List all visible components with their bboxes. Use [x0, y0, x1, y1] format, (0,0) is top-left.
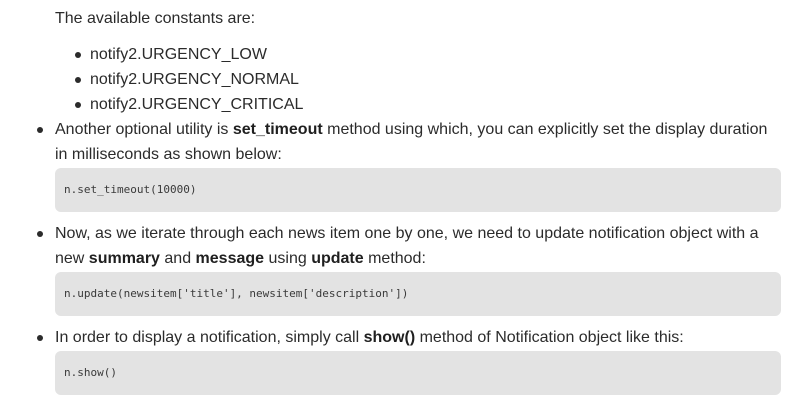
text-span: method using which, you can explicitly s… — [322, 121, 768, 138]
code-block-show: n.show() — [55, 351, 781, 395]
bullet-icon — [75, 102, 81, 108]
code-text: n.set_timeout(10000) — [64, 183, 197, 196]
text-span: method: — [363, 250, 426, 267]
summary-keyword: summary — [88, 250, 160, 267]
text-span: and — [159, 250, 196, 267]
text-span: using — [264, 250, 312, 267]
code-block-update: n.update(newsitem['title'], newsitem['de… — [55, 272, 781, 316]
show-text-line1: In order to display a notification, simp… — [55, 326, 684, 350]
set-timeout-text-line2: in milliseconds as shown below: — [55, 146, 282, 163]
code-text: n.show() — [64, 366, 117, 379]
bullet-icon — [37, 127, 43, 133]
code-text: n.update(newsitem['title'], newsitem['de… — [64, 287, 409, 300]
text-span: Another optional utility is — [55, 121, 233, 138]
set-timeout-text-line1: Another optional utility is set_timeout … — [55, 118, 767, 142]
text-span: method of Notification object like this: — [415, 329, 684, 346]
show-keyword: show() — [363, 329, 416, 346]
bullet-icon — [75, 77, 81, 83]
constant-item-critical: notify2.URGENCY_CRITICAL — [90, 96, 304, 113]
update-keyword: update — [311, 250, 364, 267]
bullet-icon — [37, 231, 43, 237]
constants-intro: The available constants are: — [55, 10, 256, 27]
text-span: In order to display a notification, simp… — [55, 329, 364, 346]
constant-item-low: notify2.URGENCY_LOW — [90, 46, 267, 63]
bullet-icon — [37, 335, 43, 341]
code-block-set-timeout: n.set_timeout(10000) — [55, 168, 781, 212]
message-keyword: message — [195, 250, 265, 267]
text-span: new — [55, 250, 89, 267]
constant-item-normal: notify2.URGENCY_NORMAL — [90, 71, 299, 88]
update-text-line1: Now, as we iterate through each news ite… — [55, 225, 759, 242]
bullet-icon — [75, 52, 81, 58]
update-text-line2: new summary and message using update met… — [55, 247, 426, 271]
set-timeout-keyword: set_timeout — [232, 121, 323, 138]
